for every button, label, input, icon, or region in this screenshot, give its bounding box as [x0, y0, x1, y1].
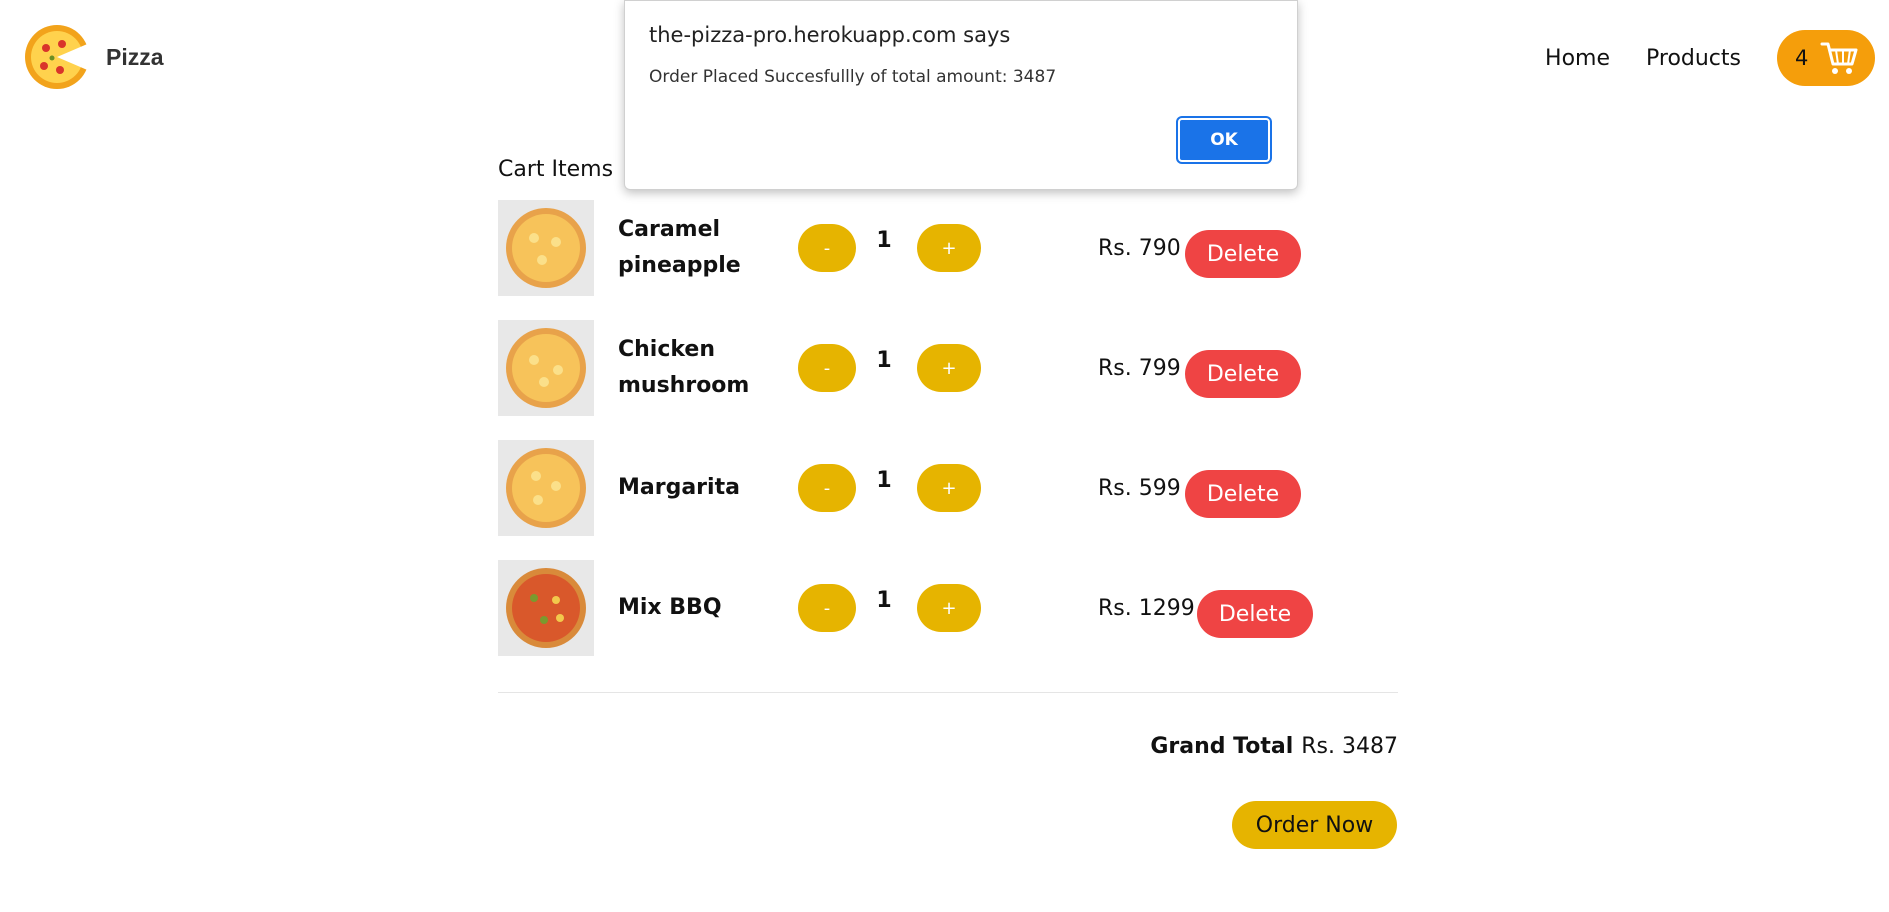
increase-qty-button[interactable]: + [917, 584, 981, 632]
cart-row: Margarita - 1 + Rs. 599 Delete [498, 440, 1398, 536]
item-name: Mix BBQ [618, 595, 722, 620]
delete-button[interactable]: Delete [1197, 590, 1313, 638]
cart-row: Chicken mushroom - 1 + Rs. 799 Delete [498, 320, 1398, 416]
pizza-thumbnail [498, 320, 594, 416]
main-nav: Home Products 4 [1545, 30, 1875, 86]
pizza-thumbnail [498, 200, 594, 296]
dialog-title: the-pizza-pro.herokuapp.com says [649, 23, 1011, 47]
grand-total-value: Rs. 3487 [1301, 734, 1398, 759]
decrease-qty-button[interactable]: - [798, 584, 856, 632]
item-quantity: 1 [876, 348, 892, 373]
increase-qty-button[interactable]: + [917, 224, 981, 272]
decrease-qty-button[interactable]: - [798, 224, 856, 272]
decrease-qty-button[interactable]: - [798, 344, 856, 392]
divider [498, 692, 1398, 693]
item-quantity: 1 [876, 588, 892, 613]
item-name: Caramel pineapple [618, 217, 741, 278]
cart-button[interactable]: 4 [1777, 30, 1875, 86]
pizza-logo-icon [25, 25, 92, 89]
dialog-ok-button[interactable]: OK [1178, 118, 1270, 162]
item-name: Chicken mushroom [618, 337, 750, 398]
brand-name: Pizza [106, 43, 164, 70]
delete-button[interactable]: Delete [1185, 230, 1301, 278]
item-price: Rs. 599 [1098, 476, 1181, 501]
increase-qty-button[interactable]: + [917, 344, 981, 392]
item-quantity: 1 [876, 468, 892, 493]
order-now-button[interactable]: Order Now [1232, 801, 1397, 849]
grand-total: Grand Total Rs. 3487 [1150, 734, 1398, 759]
pizza-thumbnail [498, 440, 594, 536]
alert-dialog: the-pizza-pro.herokuapp.com says Order P… [624, 0, 1298, 190]
nav-products[interactable]: Products [1646, 46, 1741, 71]
shopping-cart-icon [1820, 42, 1858, 74]
item-price: Rs. 790 [1098, 236, 1181, 261]
cart-items-heading: Cart Items [498, 157, 614, 182]
item-quantity: 1 [876, 228, 892, 253]
nav-home[interactable]: Home [1545, 46, 1610, 71]
delete-button[interactable]: Delete [1185, 350, 1301, 398]
dialog-message: Order Placed Succesfullly of total amoun… [649, 67, 1057, 87]
pizza-image-icon [506, 448, 586, 528]
cart-row: Caramel pineapple - 1 + Rs. 790 Delete [498, 200, 1398, 296]
pizza-image-icon [506, 208, 586, 288]
logo[interactable]: Pizza [22, 22, 164, 92]
grand-total-label: Grand Total [1150, 734, 1294, 759]
cart-count-badge: 4 [1795, 46, 1809, 70]
cart-row: Mix BBQ - 1 + Rs. 1299 Delete [498, 560, 1398, 656]
decrease-qty-button[interactable]: - [798, 464, 856, 512]
pizza-image-icon [506, 328, 586, 408]
delete-button[interactable]: Delete [1185, 470, 1301, 518]
item-price: Rs. 1299 [1098, 596, 1195, 621]
item-name: Margarita [618, 475, 740, 500]
pizza-image-icon [506, 568, 586, 648]
increase-qty-button[interactable]: + [917, 464, 981, 512]
pizza-thumbnail [498, 560, 594, 656]
item-price: Rs. 799 [1098, 356, 1181, 381]
